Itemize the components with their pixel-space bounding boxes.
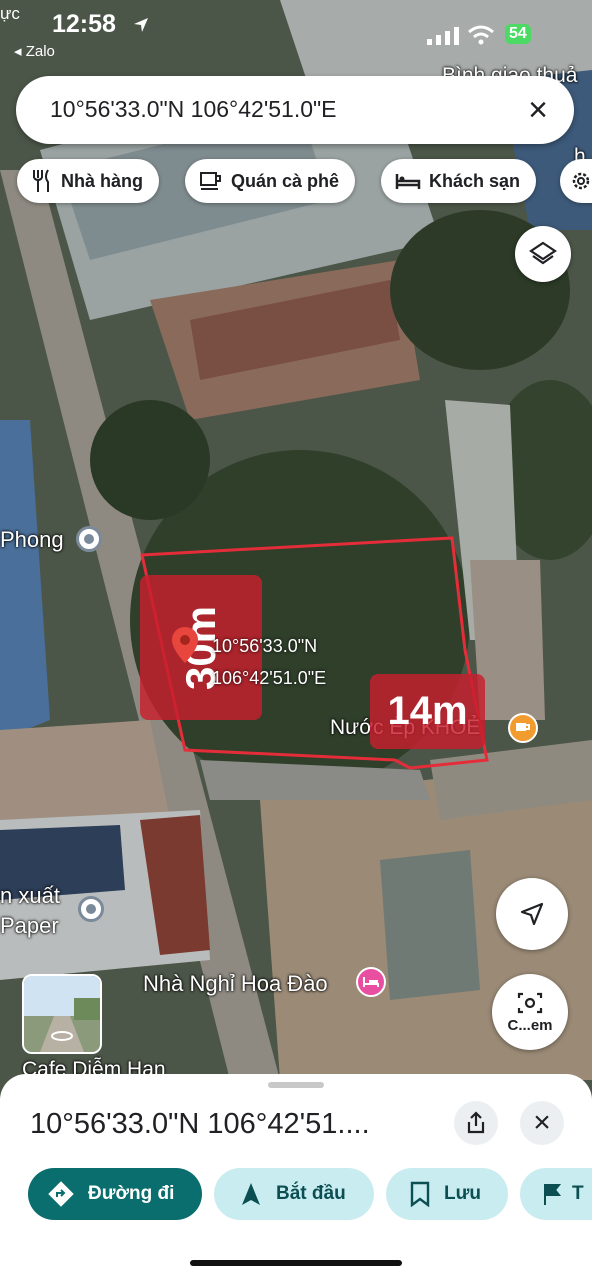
search-bar[interactable]: 10°56'33.0"N 106°42'51.0"E × — [16, 76, 574, 144]
camera-label: C...em — [507, 1016, 553, 1034]
home-indicator — [190, 1260, 402, 1266]
restaurant-icon — [33, 169, 49, 192]
battery-indicator: 54 — [505, 24, 531, 44]
sheet-drag-handle[interactable] — [268, 1082, 324, 1088]
map-label-hotel[interactable]: Nhà Nghỉ Hoa Đào — [143, 971, 328, 997]
map-label-paper-1[interactable]: n xuất — [0, 883, 60, 909]
measure-label-width: 14m — [370, 674, 485, 749]
share-button[interactable] — [454, 1101, 498, 1145]
layers-icon — [529, 241, 557, 265]
layers-button[interactable] — [515, 226, 571, 282]
save-button[interactable]: Lưu — [386, 1168, 508, 1220]
map-label-phong[interactable]: Phong — [0, 527, 64, 553]
start-button[interactable]: Bắt đầu — [214, 1168, 374, 1220]
chip-hotels[interactable]: Khách sạn — [381, 159, 537, 203]
chip-restaurants[interactable]: Nhà hàng — [17, 159, 160, 203]
camera-search-button[interactable]: C...em — [492, 974, 568, 1050]
my-location-button[interactable] — [496, 878, 568, 950]
chip-hotels-label: Khách sạn — [429, 170, 521, 191]
start-label: Bắt đầu — [276, 1183, 346, 1204]
place-pin-icon[interactable] — [76, 526, 102, 552]
chip-restaurants-label: Nhà hàng — [61, 170, 144, 191]
pin-coords-lng: 106°42'51.0"E — [212, 668, 327, 688]
dropped-pin-icon[interactable] — [170, 625, 200, 665]
more-action-button[interactable]: T — [520, 1168, 592, 1220]
camera-icon — [517, 992, 543, 1013]
wifi-icon — [468, 25, 494, 45]
directions-icon — [48, 1181, 74, 1207]
navigation-arrow-icon — [520, 902, 544, 926]
status-bar: ực 12:58 ◂ Zalo 54 — [0, 0, 592, 70]
pin-coords-lat: 10°56'33.0"N — [212, 636, 318, 656]
directions-label: Đường đi — [88, 1183, 175, 1204]
close-icon: × — [533, 1106, 551, 1139]
back-to-app-link[interactable]: ◂ Zalo — [14, 42, 55, 60]
sheet-close-button[interactable]: × — [520, 1101, 564, 1145]
hotel-pin-icon[interactable] — [356, 967, 386, 997]
sheet-title: 10°56'33.0"N 106°42'51.... — [30, 1108, 370, 1140]
coffee-pin-icon[interactable] — [508, 713, 538, 743]
coffee-icon — [200, 172, 221, 190]
location-arrow-icon — [134, 18, 148, 32]
flag-icon — [544, 1184, 562, 1205]
signal-icon — [427, 27, 459, 45]
close-icon[interactable]: × — [518, 90, 558, 130]
chip-cafes-label: Quán cà phê — [231, 170, 340, 191]
directions-button[interactable]: Đường đi — [28, 1168, 202, 1220]
hotel-icon — [395, 174, 421, 189]
share-icon — [467, 1111, 485, 1134]
more-action-label: T — [572, 1183, 584, 1204]
save-label: Lưu — [444, 1183, 481, 1204]
search-query[interactable]: 10°56'33.0"N 106°42'51.0"E — [50, 96, 337, 123]
status-time: 12:58 — [52, 10, 116, 38]
bookmark-icon — [410, 1181, 430, 1207]
place-pin-paper-icon[interactable] — [78, 896, 104, 922]
gear-icon — [572, 172, 590, 190]
navigation-icon — [242, 1183, 260, 1205]
status-corner-text: ực — [0, 4, 20, 23]
map-label-paper-2[interactable]: Paper — [0, 913, 59, 939]
chip-cafes[interactable]: Quán cà phê — [185, 159, 356, 203]
street-view-thumbnail[interactable] — [22, 974, 102, 1054]
